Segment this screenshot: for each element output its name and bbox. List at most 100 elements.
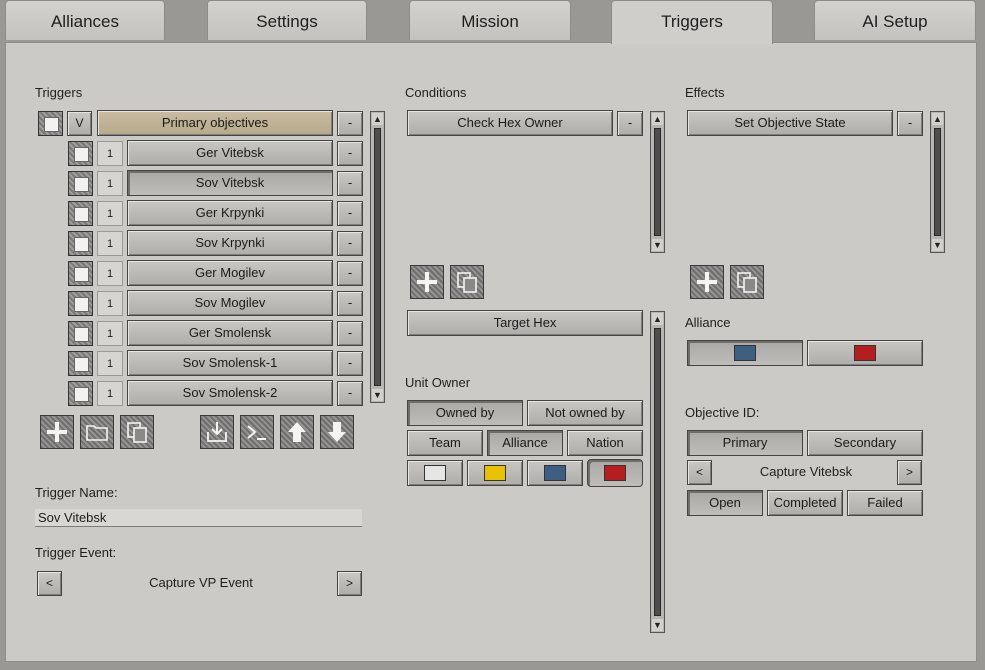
remove-trigger-button[interactable]: - xyxy=(337,231,363,256)
secondary-toggle[interactable]: Secondary xyxy=(807,430,923,456)
scroll-up-arrow-icon[interactable]: ▲ xyxy=(652,113,663,125)
trigger-item-ger-krpynki[interactable]: Ger Krpynki xyxy=(127,200,333,226)
trigger-checkbox[interactable] xyxy=(68,291,93,316)
add-trigger-button[interactable] xyxy=(40,415,74,449)
collapse-toggle-button[interactable]: V xyxy=(67,111,92,136)
trigger-count: 1 xyxy=(97,261,123,286)
trigger-event-value: Capture VP Event xyxy=(149,575,253,590)
terminal-icon xyxy=(247,425,266,440)
trigger-item-sov-krpynki[interactable]: Sov Krpynki xyxy=(127,230,333,256)
trigger-checkbox[interactable] xyxy=(68,321,93,346)
state-failed-toggle[interactable]: Failed xyxy=(847,490,923,516)
tab-alliances[interactable]: Alliances xyxy=(5,0,165,40)
trigger-item-sov-vitebsk[interactable]: Sov Vitebsk xyxy=(127,170,333,196)
trigger-event-next-button[interactable]: > xyxy=(337,571,362,596)
scroll-thumb[interactable] xyxy=(654,328,661,616)
remove-trigger-button[interactable]: - xyxy=(337,381,363,406)
trigger-item-sov-smolensk-2[interactable]: Sov Smolensk-2 xyxy=(127,380,333,406)
trigger-checkbox[interactable] xyxy=(68,201,93,226)
alliance-red-button[interactable] xyxy=(807,340,923,366)
add-folder-button[interactable] xyxy=(80,415,114,449)
scroll-down-arrow-icon[interactable]: ▼ xyxy=(932,239,943,251)
remove-effect-button[interactable]: - xyxy=(897,111,923,136)
effects-scrollbar[interactable]: ▲ ▼ xyxy=(930,111,945,253)
header-checkbox[interactable] xyxy=(38,111,63,136)
trigger-count: 1 xyxy=(97,171,123,196)
remove-trigger-button[interactable]: - xyxy=(337,351,363,376)
trigger-count: 1 xyxy=(97,351,123,376)
state-open-toggle[interactable]: Open xyxy=(687,490,763,516)
scroll-thumb[interactable] xyxy=(934,128,941,236)
remove-trigger-button[interactable]: - xyxy=(337,291,363,316)
trigger-item-ger-smolensk[interactable]: Ger Smolensk xyxy=(127,320,333,346)
state-completed-toggle[interactable]: Completed xyxy=(767,490,843,516)
scroll-thumb[interactable] xyxy=(374,128,381,386)
copy-icon xyxy=(127,422,147,443)
condition-details-scrollbar[interactable]: ▲ ▼ xyxy=(650,311,665,633)
copy-effect-button[interactable] xyxy=(730,265,764,299)
condition-item-check-hex-owner[interactable]: Check Hex Owner xyxy=(407,110,613,136)
triggers-scrollbar[interactable]: ▲ ▼ xyxy=(370,111,385,403)
remove-trigger-button[interactable]: - xyxy=(337,171,363,196)
primary-toggle[interactable]: Primary xyxy=(687,430,803,456)
scroll-up-arrow-icon[interactable]: ▲ xyxy=(372,113,383,125)
alliance-toggle[interactable]: Alliance xyxy=(487,430,563,456)
conditions-scrollbar[interactable]: ▲ ▼ xyxy=(650,111,665,253)
move-down-button[interactable] xyxy=(320,415,354,449)
trigger-checkbox[interactable] xyxy=(68,381,93,406)
objective-prev-button[interactable]: < xyxy=(687,460,712,485)
remove-condition-button[interactable]: - xyxy=(617,111,643,136)
add-effect-button[interactable] xyxy=(690,265,724,299)
remove-trigger-button[interactable]: - xyxy=(337,141,363,166)
copy-trigger-button[interactable] xyxy=(120,415,154,449)
plus-icon xyxy=(697,272,717,292)
trigger-event-label: Trigger Event: xyxy=(35,545,117,560)
tab-ai-setup[interactable]: AI Setup xyxy=(814,0,976,40)
move-up-button[interactable] xyxy=(280,415,314,449)
trigger-item-sov-mogilev[interactable]: Sov Mogilev xyxy=(127,290,333,316)
trigger-name-input[interactable]: Sov Vitebsk xyxy=(35,509,362,527)
scroll-down-arrow-icon[interactable]: ▼ xyxy=(652,239,663,251)
target-hex-button[interactable]: Target Hex xyxy=(407,310,643,336)
trigger-checkbox[interactable] xyxy=(68,261,93,286)
trigger-checkbox[interactable] xyxy=(68,171,93,196)
owner-color-blue-button[interactable] xyxy=(527,460,583,486)
trigger-group-primary-objectives[interactable]: Primary objectives xyxy=(97,110,333,136)
remove-trigger-button[interactable]: - xyxy=(337,321,363,346)
trigger-item-ger-vitebsk[interactable]: Ger Vitebsk xyxy=(127,140,333,166)
nation-toggle[interactable]: Nation xyxy=(567,430,643,456)
copy-condition-button[interactable] xyxy=(450,265,484,299)
scroll-down-arrow-icon[interactable]: ▼ xyxy=(372,389,383,401)
scroll-thumb[interactable] xyxy=(654,128,661,236)
tab-settings[interactable]: Settings xyxy=(207,0,367,40)
not-owned-by-toggle[interactable]: Not owned by xyxy=(527,400,643,426)
owner-color-white-button[interactable] xyxy=(407,460,463,486)
trigger-checkbox[interactable] xyxy=(68,231,93,256)
plus-icon xyxy=(417,272,437,292)
trigger-item-ger-mogilev[interactable]: Ger Mogilev xyxy=(127,260,333,286)
trigger-count: 1 xyxy=(97,201,123,226)
trigger-event-prev-button[interactable]: < xyxy=(37,571,62,596)
objective-next-button[interactable]: > xyxy=(897,460,922,485)
remove-trigger-button[interactable]: - xyxy=(337,201,363,226)
effect-item-set-objective-state[interactable]: Set Objective State xyxy=(687,110,893,136)
remove-group-button[interactable]: - xyxy=(337,111,363,136)
add-condition-button[interactable] xyxy=(410,265,444,299)
trigger-checkbox[interactable] xyxy=(68,351,93,376)
owner-color-yellow-button[interactable] xyxy=(467,460,523,486)
import-button[interactable] xyxy=(200,415,234,449)
tab-triggers[interactable]: Triggers xyxy=(611,0,773,44)
trigger-item-sov-smolensk-1[interactable]: Sov Smolensk-1 xyxy=(127,350,333,376)
trigger-checkbox[interactable] xyxy=(68,141,93,166)
remove-trigger-button[interactable]: - xyxy=(337,261,363,286)
alliance-blue-button[interactable] xyxy=(687,340,803,366)
scroll-up-arrow-icon[interactable]: ▲ xyxy=(652,313,663,325)
team-toggle[interactable]: Team xyxy=(407,430,483,456)
tab-mission[interactable]: Mission xyxy=(409,0,571,40)
scroll-down-arrow-icon[interactable]: ▼ xyxy=(652,619,663,631)
owned-by-toggle[interactable]: Owned by xyxy=(407,400,523,426)
script-button[interactable] xyxy=(240,415,274,449)
blue-swatch xyxy=(734,345,756,361)
scroll-up-arrow-icon[interactable]: ▲ xyxy=(932,113,943,125)
owner-color-red-button[interactable] xyxy=(587,459,643,487)
